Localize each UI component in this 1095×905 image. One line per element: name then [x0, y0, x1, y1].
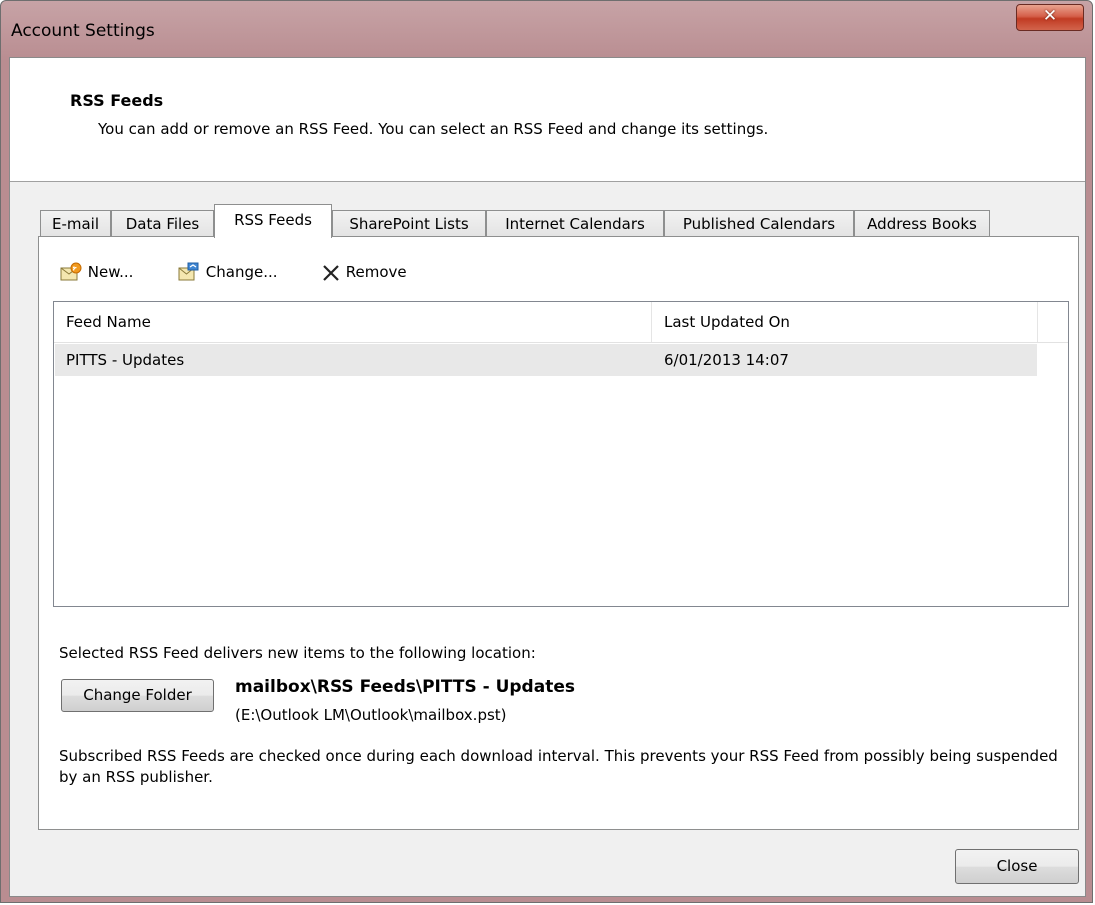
rss-feed-list[interactable]: Feed Name Last Updated On PITTS - Update… [53, 301, 1069, 607]
dialog-client-area: RSS Feeds You can add or remove an RSS F… [9, 57, 1086, 897]
tab-published-calendars[interactable]: Published Calendars [664, 210, 854, 237]
new-feed-icon [60, 262, 82, 280]
header-title: RSS Feeds [70, 91, 164, 110]
account-settings-window: Account Settings ✕ RSS Feeds You can add… [0, 0, 1093, 903]
change-button[interactable]: Change... [177, 259, 278, 285]
delivery-location-label: Selected RSS Feed delivers new items to … [59, 644, 536, 662]
column-header-feed-name[interactable]: Feed Name [54, 302, 652, 342]
remove-x-icon [323, 264, 339, 281]
window-title: Account Settings [11, 21, 155, 41]
header-subtitle: You can add or remove an RSS Feed. You c… [98, 120, 769, 138]
dialog-header: RSS Feeds You can add or remove an RSS F… [10, 58, 1085, 182]
close-icon: ✕ [1042, 6, 1058, 26]
delivery-file-path: (E:\Outlook LM\Outlook\mailbox.pst) [235, 706, 507, 724]
close-button[interactable]: Close [955, 849, 1079, 884]
download-interval-note: Subscribed RSS Feeds are checked once du… [59, 747, 1058, 786]
last-updated-cell: 6/01/2013 14:07 [664, 351, 789, 369]
tab-rss-feeds[interactable]: RSS Feeds [214, 204, 332, 238]
rss-feeds-panel: New... Change... Remove Feed Name Last U… [38, 236, 1079, 830]
tab-address-books[interactable]: Address Books [854, 210, 990, 237]
delivery-folder-name: mailbox\RSS Feeds\PITTS - Updates [235, 677, 575, 697]
new-button[interactable]: New... [59, 259, 133, 285]
table-row[interactable]: PITTS - Updates 6/01/2013 14:07 [55, 344, 1037, 376]
tab-sharepoint-lists[interactable]: SharePoint Lists [332, 210, 486, 237]
feed-name-cell: PITTS - Updates [66, 351, 185, 369]
change-folder-button[interactable]: Change Folder [61, 679, 214, 712]
tab-internet-calendars[interactable]: Internet Calendars [486, 210, 664, 237]
remove-button-label: Remove [345, 263, 407, 281]
remove-button[interactable]: Remove [321, 259, 407, 285]
tab-data-files[interactable]: Data Files [111, 210, 214, 237]
change-button-label: Change... [205, 263, 278, 281]
column-header-last-updated[interactable]: Last Updated On [652, 302, 1038, 342]
window-close-button[interactable]: ✕ [1016, 4, 1084, 31]
change-feed-icon [178, 262, 199, 280]
new-button-label: New... [87, 263, 134, 281]
tab-email[interactable]: E-mail [40, 210, 111, 237]
header-divider [54, 342, 1068, 343]
title-bar[interactable]: Account Settings ✕ [1, 1, 1092, 57]
